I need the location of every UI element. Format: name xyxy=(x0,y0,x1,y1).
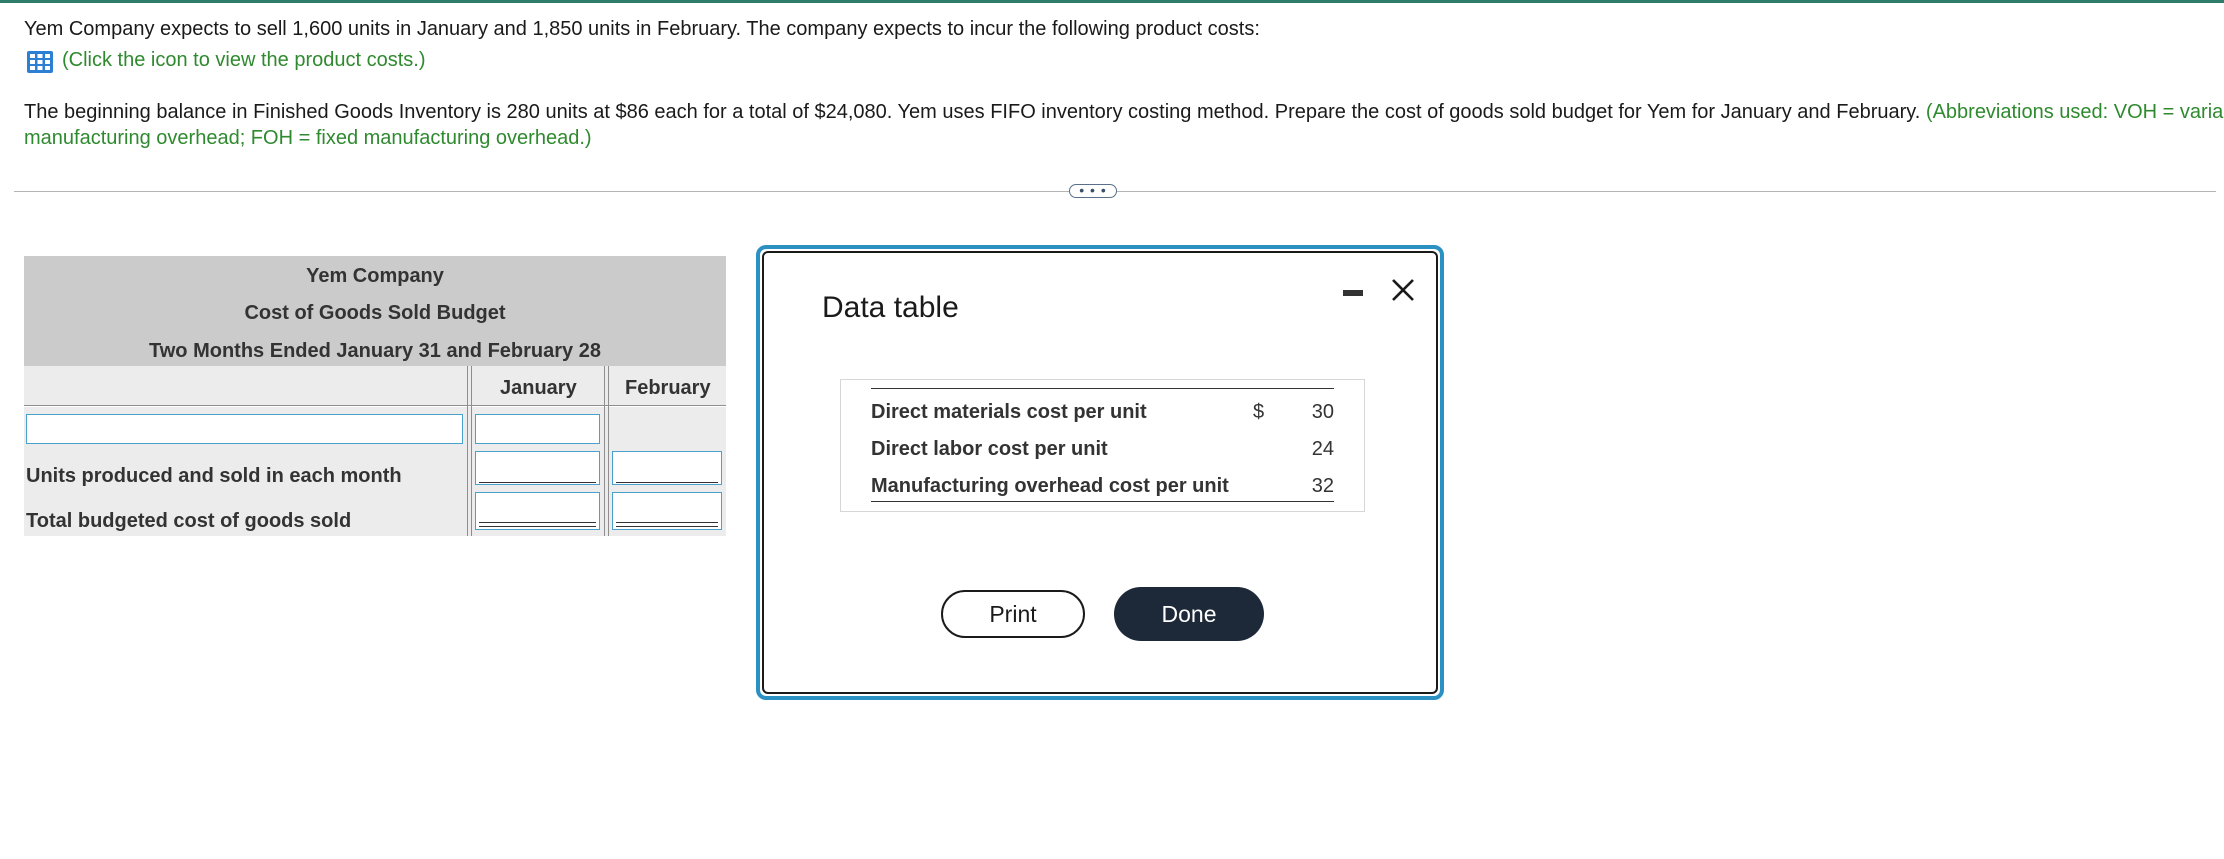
february-units-input[interactable] xyxy=(612,451,722,485)
underline xyxy=(616,482,718,483)
budget-period: Two Months Ended January 31 and February… xyxy=(149,340,601,362)
column-separator xyxy=(467,366,468,536)
close-icon[interactable] xyxy=(1388,275,1418,305)
table-grid-icon[interactable] xyxy=(26,50,54,74)
table-bottom-rule xyxy=(871,501,1334,502)
data-table: Direct materials cost per unit $ 30 Dire… xyxy=(840,379,1365,512)
modal-title: Data table xyxy=(822,291,959,324)
column-separator xyxy=(604,366,605,536)
question-paragraph-text: The beginning balance in Finished Goods … xyxy=(24,101,1926,123)
column-january: January xyxy=(500,377,577,399)
february-total-input[interactable] xyxy=(612,492,722,530)
minimize-icon[interactable] xyxy=(1343,290,1363,296)
double-underline xyxy=(616,526,718,527)
company-name: Yem Company xyxy=(306,265,444,287)
manufacturing-overhead-label: Manufacturing overhead cost per unit xyxy=(871,475,1229,497)
budget-header: Yem Company Cost of Goods Sold Budget Tw… xyxy=(24,256,726,366)
direct-labor-label: Direct labor cost per unit xyxy=(871,438,1108,460)
expand-more-button[interactable]: • • • xyxy=(1069,183,1117,198)
january-total-input[interactable] xyxy=(475,492,600,530)
row-label-select[interactable] xyxy=(26,414,463,444)
abbreviations-note: (Abbreviations used: VOH = variable xyxy=(1925,101,2224,123)
column-header-row xyxy=(24,366,726,405)
currency-symbol: $ xyxy=(1253,401,1265,423)
cogs-budget-table: Yem Company Cost of Goods Sold Budget Tw… xyxy=(24,256,726,536)
table-top-rule xyxy=(871,388,1334,389)
underline xyxy=(479,482,596,483)
column-february: February xyxy=(625,377,711,399)
double-underline xyxy=(616,522,718,523)
double-underline xyxy=(479,526,596,527)
top-accent-bar xyxy=(0,0,2224,3)
manufacturing-overhead-value: 32 xyxy=(1311,475,1334,497)
print-button[interactable]: Print xyxy=(941,590,1085,638)
done-button[interactable]: Done xyxy=(1114,587,1264,641)
view-costs-link[interactable]: (Click the icon to view the product cost… xyxy=(62,47,425,73)
question-intro: Yem Company expects to sell 1,600 units … xyxy=(24,18,1260,40)
january-row1-input[interactable] xyxy=(475,414,600,444)
data-table-modal: Data table Direct materials cost per uni… xyxy=(756,245,1444,700)
column-separator xyxy=(608,366,609,536)
direct-materials-value: 30 xyxy=(1311,401,1334,423)
direct-materials-label: Direct materials cost per unit xyxy=(871,401,1147,423)
direct-labor-value: 24 xyxy=(1311,438,1334,460)
question-paragraph: The beginning balance in Finished Goods … xyxy=(24,99,2224,125)
double-underline xyxy=(479,522,596,523)
january-units-input[interactable] xyxy=(475,451,600,485)
budget-title: Cost of Goods Sold Budget xyxy=(244,302,506,324)
units-produced-label: Units produced and sold in each month xyxy=(26,465,402,487)
total-cogs-label: Total budgeted cost of goods sold xyxy=(26,510,352,532)
header-rule xyxy=(24,405,726,406)
column-separator xyxy=(471,366,472,536)
abbreviations-note-continued: manufacturing overhead; FOH = fixed manu… xyxy=(24,127,592,149)
